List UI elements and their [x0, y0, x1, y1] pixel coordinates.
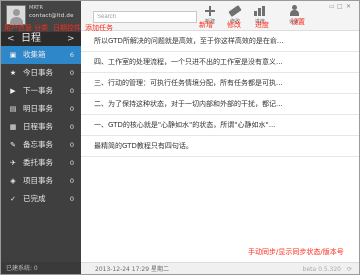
eraser-icon: [228, 5, 242, 17]
sidebar-item-label: 今日事务: [23, 68, 53, 77]
minimize-icon[interactable]: ▭: [329, 3, 335, 10]
sidebar-item-count: 0: [69, 87, 74, 95]
maximize-icon[interactable]: □: [337, 3, 343, 10]
task-row[interactable]: 所以GTD所解决的问题就是高效，至于你这样高效的是在俞...: [81, 31, 359, 52]
sidebar-item[interactable]: ▦ 日程事务 0: [1, 118, 81, 136]
sidebar-item[interactable]: ★ 今日事务 0: [1, 64, 81, 82]
annotation-user-info: 用户信息: [4, 24, 32, 32]
project-icon: ◈: [10, 177, 16, 185]
toolbar: 新建 修改 进度 设置 ▭ □ ✕: [81, 1, 359, 31]
task-row[interactable]: 三、行动的管理：可执行任务情境分配，所有任务都是可执...: [81, 73, 359, 94]
task-row[interactable]: 一、GTD的核心就是"心静如水"的状态，所谓"心静如水"...: [81, 115, 359, 136]
sidebar-item-label: 项目事务: [23, 176, 53, 185]
sidebar-item-count: 0: [69, 123, 74, 131]
sidebar-item-label: 备忘事务: [23, 140, 53, 149]
schedule-icon: ▦: [9, 123, 17, 131]
current-datetime: 2013-12-24 17:29 星期二: [95, 266, 169, 273]
profile-email: contact@ltd.de: [29, 13, 74, 19]
sidebar-item-label: 委托事务: [23, 158, 53, 167]
delegate-icon: ✈: [10, 159, 16, 167]
search-input[interactable]: [93, 11, 197, 23]
sidebar-item-count: 0: [69, 159, 74, 167]
avatar[interactable]: [6, 5, 26, 25]
annotation-progress: 进度: [255, 21, 269, 29]
sidebar-item-count: 0: [69, 141, 74, 149]
close-icon[interactable]: ✕: [346, 3, 351, 10]
memo-icon: ✎: [10, 141, 16, 149]
sidebar-item-count: 0: [69, 195, 74, 203]
app-window: MRTR contact@ltd.de < 日程 > ▣ 收集箱 6 ★ 今日事务 0 ▶ 下…: [0, 0, 360, 275]
main-panel: 新建 修改 进度 设置 ▭ □ ✕ 所以GTD所解决的问题就是: [81, 1, 359, 274]
sidebar-item-count: 6: [69, 51, 74, 59]
bar-chart-icon: [254, 6, 266, 16]
sidebar-item[interactable]: ✈ 委托事务 0: [1, 154, 81, 172]
sidebar-item-label: 日程事务: [23, 122, 53, 131]
sidebar-item-label: 明日事务: [23, 104, 53, 113]
sidebar-item[interactable]: ✓ 已完成 0: [1, 190, 81, 208]
sidebar-status: 已建系统: 0: [1, 262, 81, 274]
date-prev-button[interactable]: <: [7, 33, 15, 45]
play-icon: ▶: [10, 87, 16, 95]
annotation-settings: 设置: [291, 18, 305, 26]
star-icon: ★: [9, 69, 17, 77]
sidebar-item[interactable]: ▣ 收集箱 6: [1, 46, 81, 64]
task-list: 所以GTD所解决的问题就是高效，至于你这样高效的是在俞... 四、工作室的处理流程…: [81, 31, 359, 157]
sync-icon[interactable]: ⟳: [347, 263, 352, 274]
category-list: ▣ 收集箱 6 ★ 今日事务 0 ▶ 下一事务 0 ▤ 明日事务 0 ▦ 日程事务 0 ✎ 备忘事务 0 ✈ 委托事务…: [1, 46, 81, 208]
check-icon: ✓: [10, 195, 16, 203]
date-title: 日程: [21, 33, 41, 44]
sidebar-item[interactable]: ▤ 明日事务 0: [1, 100, 81, 118]
version-label: beta 0.5.320: [302, 266, 341, 273]
sidebar-item-count: 0: [69, 69, 74, 77]
sidebar-item-label: 下一事务: [23, 86, 53, 95]
sidebar-item[interactable]: ▶ 下一事务 0: [1, 82, 81, 100]
sidebar-item[interactable]: ✎ 备忘事务 0: [1, 136, 81, 154]
annotation-edit: 修改: [227, 21, 241, 29]
annotation-new: 新增: [199, 21, 213, 29]
sidebar-item[interactable]: ◈ 项目事务 0: [1, 172, 81, 190]
annotation-date-picker: 日期控件: [53, 24, 81, 32]
profile-name: MRTR: [29, 5, 43, 11]
task-row[interactable]: 四、工作室的处理流程，一个只进不出的工作室是没有意义...: [81, 52, 359, 73]
annotation-sync-info: 手动同步/显示同步状态/版本号: [248, 248, 344, 256]
user-settings-icon: [289, 5, 299, 16]
plus-icon: [205, 6, 215, 16]
status-bar: 2013-12-24 17:29 星期二 beta 0.5.320 ⟳: [81, 262, 359, 274]
calendar-icon: ▤: [9, 105, 17, 113]
date-control: < 日程 >: [1, 32, 81, 46]
inbox-icon: ▣: [9, 51, 17, 59]
sidebar-item-count: 0: [69, 105, 74, 113]
sidebar: MRTR contact@ltd.de < 日程 > ▣ 收集箱 6 ★ 今日事务 0 ▶ 下…: [1, 1, 81, 274]
annotation-add-task: 添加任务: [85, 24, 113, 32]
sidebar-item-count: 0: [69, 177, 74, 185]
sidebar-item-label: 已完成: [23, 194, 46, 203]
avatar-head-icon: [13, 9, 20, 16]
annotation-categories: 分类: [34, 24, 48, 32]
sidebar-item-label: 收集箱: [23, 50, 46, 59]
task-row[interactable]: 最精简的GTD教程只有四句话。: [81, 136, 359, 157]
date-next-button[interactable]: >: [67, 33, 75, 45]
task-row[interactable]: 二、为了保持这种状态，对于一切内部和外部的干扰，都记...: [81, 94, 359, 115]
